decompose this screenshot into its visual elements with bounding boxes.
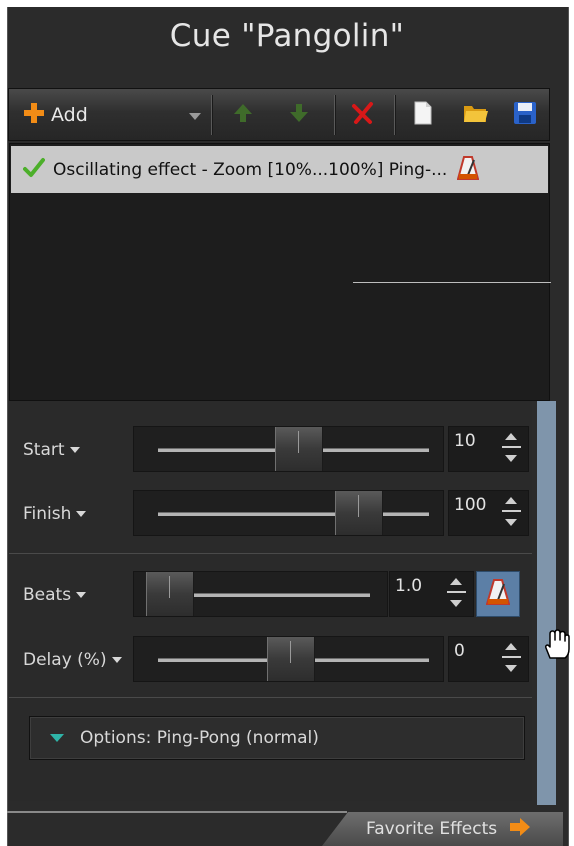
start-label[interactable]: Start bbox=[23, 440, 80, 460]
effect-label: Oscillating effect - Zoom [10%...100%] P… bbox=[53, 159, 448, 180]
options-label: Options: Ping-Pong (normal) bbox=[80, 728, 319, 748]
options-dropdown[interactable]: Options: Ping-Pong (normal) bbox=[29, 716, 525, 760]
move-up-button[interactable] bbox=[223, 89, 263, 140]
scrollbar[interactable] bbox=[537, 401, 556, 805]
beats-value: 1.0 bbox=[395, 576, 423, 596]
new-document-icon bbox=[413, 101, 433, 129]
delay-stepper[interactable] bbox=[501, 639, 521, 679]
divider bbox=[7, 811, 347, 813]
delay-slider-thumb[interactable] bbox=[267, 637, 315, 681]
red-x-icon bbox=[351, 101, 375, 129]
metronome-icon bbox=[485, 578, 511, 610]
beats-stepper[interactable] bbox=[446, 574, 466, 614]
favorite-effects-tab[interactable]: Favorite Effects bbox=[322, 812, 563, 846]
beats-value-field[interactable]: 1.0 bbox=[389, 571, 474, 617]
arrow-right-icon bbox=[509, 817, 531, 841]
finish-value-field[interactable]: 100 bbox=[448, 490, 529, 536]
open-button[interactable] bbox=[456, 89, 496, 140]
finish-value: 100 bbox=[454, 495, 487, 515]
arrow-up-icon bbox=[232, 102, 254, 128]
folder-icon bbox=[463, 102, 489, 128]
divider bbox=[353, 282, 551, 283]
arrow-down-icon bbox=[288, 102, 310, 128]
save-button[interactable] bbox=[505, 89, 545, 140]
add-button[interactable]: Add bbox=[17, 89, 207, 140]
toolbar: Add bbox=[8, 88, 550, 141]
floppy-disk-icon bbox=[513, 101, 537, 129]
beats-slider-thumb[interactable] bbox=[146, 572, 194, 616]
finish-slider[interactable] bbox=[133, 490, 444, 536]
start-value: 10 bbox=[454, 431, 476, 451]
start-slider[interactable] bbox=[133, 426, 444, 472]
start-value-field[interactable]: 10 bbox=[448, 426, 529, 472]
divider bbox=[9, 697, 532, 698]
plus-icon bbox=[23, 102, 45, 128]
divider bbox=[9, 553, 532, 554]
beats-slider[interactable] bbox=[133, 571, 388, 617]
delete-button[interactable] bbox=[343, 89, 383, 140]
start-slider-thumb[interactable] bbox=[275, 427, 323, 471]
chevron-down-icon bbox=[76, 592, 87, 598]
beats-label[interactable]: Beats bbox=[23, 585, 87, 605]
delay-value-field[interactable]: 0 bbox=[448, 636, 529, 682]
chevron-down-icon bbox=[69, 447, 80, 453]
effect-list[interactable]: Oscillating effect - Zoom [10%...100%] P… bbox=[9, 143, 551, 401]
list-item[interactable]: Oscillating effect - Zoom [10%...100%] P… bbox=[11, 146, 548, 193]
chevron-down-icon bbox=[76, 511, 87, 517]
move-down-button[interactable] bbox=[279, 89, 319, 140]
chevron-down-icon bbox=[111, 657, 122, 663]
triangle-down-icon bbox=[50, 734, 64, 742]
favorite-effects-label: Favorite Effects bbox=[366, 819, 498, 839]
add-label: Add bbox=[51, 103, 88, 126]
start-stepper[interactable] bbox=[501, 429, 521, 469]
finish-stepper[interactable] bbox=[501, 493, 521, 533]
metronome-icon bbox=[457, 155, 480, 185]
cue-title: Cue "Pangolin" bbox=[169, 18, 405, 54]
chevron-down-icon bbox=[189, 113, 201, 120]
delay-slider[interactable] bbox=[133, 636, 444, 682]
hand-cursor-icon bbox=[541, 628, 571, 664]
delay-value: 0 bbox=[454, 641, 465, 661]
finish-label[interactable]: Finish bbox=[23, 504, 87, 524]
new-button[interactable] bbox=[405, 89, 441, 140]
checkmark-icon bbox=[23, 157, 45, 183]
finish-slider-thumb[interactable] bbox=[335, 491, 383, 535]
metronome-sync-button[interactable] bbox=[476, 571, 520, 617]
delay-label[interactable]: Delay (%) bbox=[23, 650, 122, 670]
